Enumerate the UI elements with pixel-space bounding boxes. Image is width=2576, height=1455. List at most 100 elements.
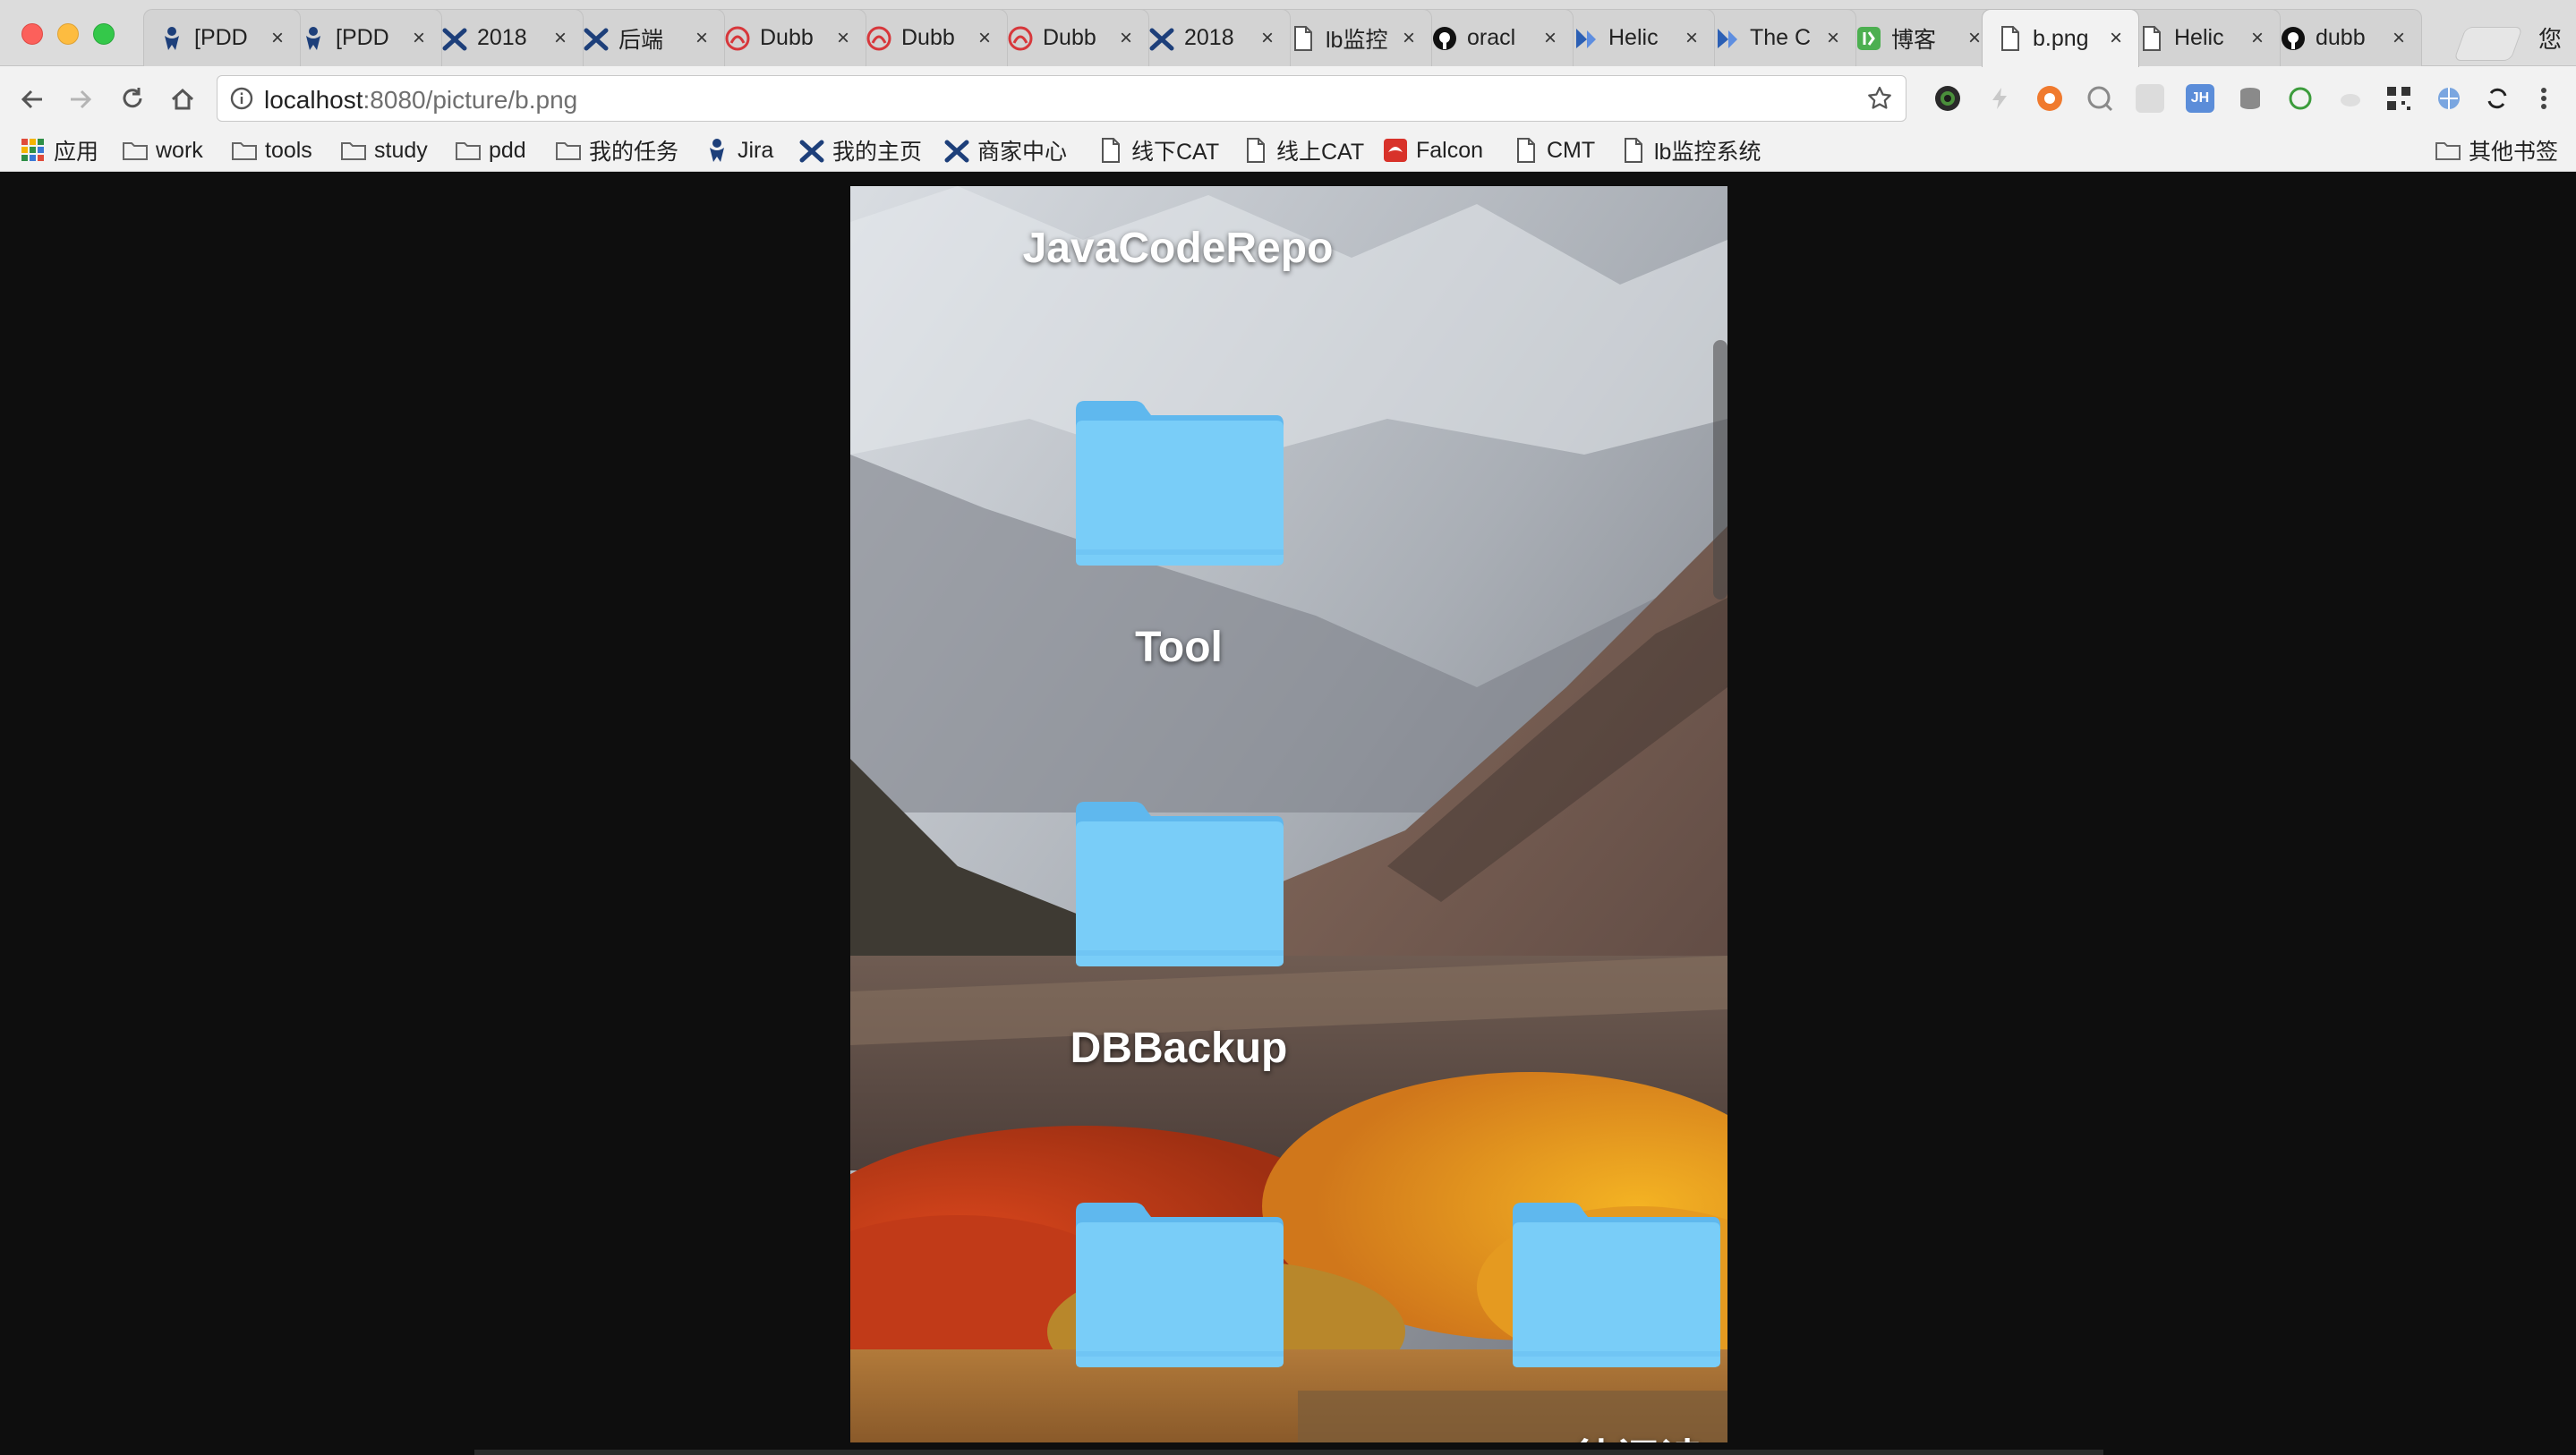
close-icon[interactable]: × [1540, 26, 1560, 51]
browser-tab[interactable]: lb监控 × [1275, 9, 1432, 66]
bookmark-item[interactable]: study [340, 134, 428, 166]
info-icon[interactable] [230, 87, 253, 115]
browser-tab[interactable]: The C × [1699, 9, 1856, 66]
scrollbar-thumb[interactable] [1713, 340, 1727, 600]
page-icon [1513, 137, 1540, 164]
menu-icon[interactable] [2529, 84, 2558, 113]
close-icon[interactable]: × [550, 26, 570, 51]
bookmark-item[interactable]: pdd [455, 134, 526, 166]
new-tab-button[interactable] [2453, 27, 2523, 61]
browser-tab[interactable]: [PDD × [143, 9, 301, 66]
bookmark-item[interactable]: 线上CAT [1242, 134, 1364, 166]
extension-jh-icon[interactable]: JH [2186, 84, 2214, 113]
bookmark-label: 线上CAT [1276, 140, 1365, 165]
browser-tab[interactable]: dubb × [2265, 9, 2422, 66]
bookmark-star-icon[interactable] [1866, 85, 1893, 116]
browser-tab[interactable]: Helic × [2123, 9, 2281, 66]
confluence-icon [583, 25, 610, 52]
tab-label: [PDD [336, 25, 389, 50]
bottom-scrollbar[interactable] [474, 1450, 2103, 1455]
tab-label: lb监控 [1326, 27, 1388, 53]
browser-tab[interactable]: [PDD × [285, 9, 442, 66]
close-icon[interactable]: × [409, 26, 429, 51]
browser-tab[interactable]: 博客 × [1840, 9, 1998, 66]
home-button[interactable] [165, 82, 200, 116]
folder-icon [2435, 137, 2461, 164]
bookmarks-bar: 其他书签 应用 work tools study pdd 我的任务 Jira 我的主页 商家中心… [0, 131, 2576, 172]
browser-tab[interactable]: b.png × [1982, 9, 2139, 67]
browser-tab[interactable]: Dubb × [850, 9, 1008, 66]
close-icon[interactable]: × [1258, 26, 1277, 51]
browser-tab[interactable]: Dubb × [992, 9, 1149, 66]
extension-globe-icon[interactable] [2435, 84, 2463, 113]
minimize-window-button[interactable] [57, 23, 79, 45]
browser-tab[interactable]: 后端 × [567, 9, 725, 66]
bookmark-label: 商家中心 [977, 140, 1068, 165]
bookmark-item[interactable]: 商家中心 [943, 134, 1067, 166]
page-icon [1997, 25, 2024, 52]
bookmark-item[interactable]: lb监控系统 [1620, 134, 1761, 166]
tab-label: dubb [2316, 25, 2366, 50]
extension-search-icon[interactable] [2086, 84, 2114, 113]
address-bar[interactable]: localhost:8080/picture/b.png [217, 75, 1906, 122]
home-icon [171, 88, 194, 110]
bookmark-item[interactable]: CMT [1513, 134, 1595, 166]
extension-cloud-icon[interactable] [2336, 84, 2365, 113]
reload-button[interactable] [115, 82, 150, 116]
bookmark-item[interactable]: Jira [704, 134, 773, 166]
close-icon[interactable]: × [692, 26, 712, 51]
extension-camera-icon[interactable] [1933, 84, 1962, 113]
profile-button[interactable]: 您 [2538, 21, 2562, 55]
tab-strip: [PDD × [PDD × 2018 × 后端 × Dubb × Dubb × Dubb × 2018 × lb… [0, 0, 2576, 67]
desktop-label-tool: Tool [1135, 624, 1223, 671]
browser-toolbar: localhost:8080/picture/b.png JH [0, 66, 2576, 131]
folder-icon [1076, 1203, 1284, 1367]
bookmark-item[interactable]: 应用 [20, 134, 98, 166]
bookmark-label: 线下CAT [1131, 140, 1220, 165]
bookmark-label: work [156, 137, 203, 163]
bookmark-item[interactable]: 我的任务 [555, 134, 678, 166]
forward-button[interactable] [63, 82, 98, 116]
bookmark-label: 我的主页 [832, 140, 923, 165]
extension-green-icon[interactable] [2286, 84, 2315, 113]
close-window-button[interactable] [21, 23, 43, 45]
extension-qr-icon[interactable] [2384, 84, 2413, 113]
close-icon[interactable]: × [2248, 26, 2267, 51]
close-icon[interactable]: × [268, 26, 287, 51]
close-icon[interactable]: × [1116, 26, 1136, 51]
bookmark-item[interactable]: tools [231, 134, 312, 166]
zoom-window-button[interactable] [93, 23, 115, 45]
close-icon[interactable]: × [975, 26, 994, 51]
extension-orange-icon[interactable] [2035, 84, 2064, 113]
tab-label: Dubb [1043, 25, 1096, 50]
desktop-label-partial: 待阅读 [1574, 1425, 1702, 1442]
browser-tab[interactable]: 2018 × [1133, 9, 1291, 66]
browser-tab[interactable]: Helic × [1557, 9, 1715, 66]
bookmark-other[interactable]: 其他书签 [2435, 134, 2558, 166]
extension-database-icon[interactable] [2236, 84, 2265, 113]
tab-label: Dubb [760, 25, 814, 50]
extension-sync-icon[interactable] [2483, 84, 2512, 113]
close-icon[interactable]: × [1399, 26, 1419, 51]
browser-tab[interactable]: 2018 × [426, 9, 584, 66]
close-icon[interactable]: × [833, 26, 853, 51]
bookmark-item[interactable]: 我的主页 [798, 134, 922, 166]
page-icon [1097, 137, 1124, 164]
bookmark-item[interactable]: 线下CAT [1097, 134, 1219, 166]
extension-lightning-icon[interactable] [1985, 84, 2014, 113]
back-button[interactable] [14, 82, 50, 116]
confluence-icon [1148, 25, 1175, 52]
close-icon[interactable]: × [1682, 26, 1702, 51]
tab-label: 后端 [618, 27, 664, 53]
close-icon[interactable]: × [2389, 26, 2409, 51]
extension-grey-icon[interactable] [2136, 84, 2164, 113]
close-icon[interactable]: × [2106, 26, 2126, 51]
bookmark-item[interactable]: work [122, 134, 203, 166]
helix-icon [1573, 25, 1599, 52]
folder-icon [340, 137, 367, 164]
browser-tab[interactable]: oracl × [1416, 9, 1574, 66]
bookmark-item[interactable]: Falcon [1382, 134, 1483, 166]
url-text: localhost:8080/picture/b.png [264, 86, 577, 115]
browser-tab[interactable]: Dubb × [709, 9, 866, 66]
close-icon[interactable]: × [1823, 26, 1843, 51]
